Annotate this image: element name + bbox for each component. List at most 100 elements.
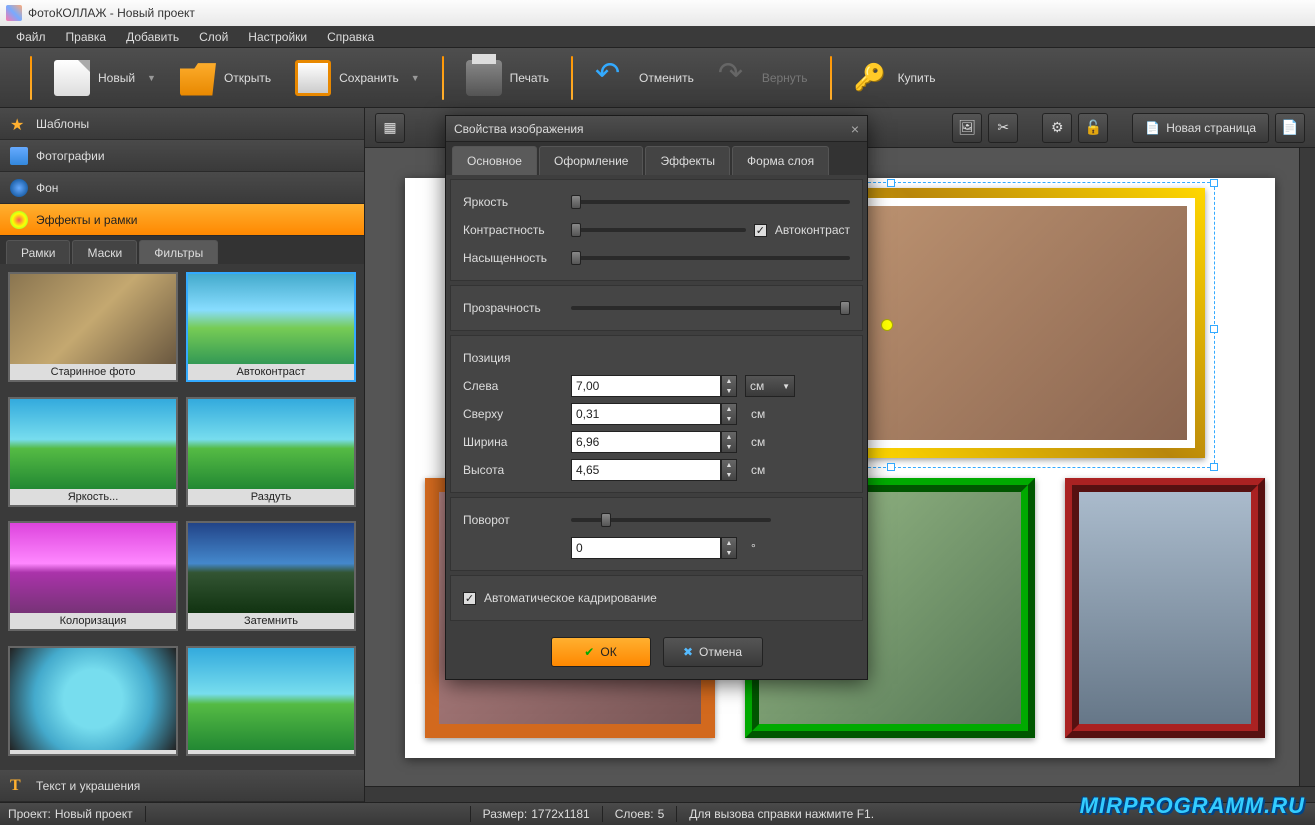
autocontrast-label: Автоконтраст — [775, 223, 850, 237]
saturation-label: Насыщенность — [463, 251, 563, 265]
position-label: Позиция — [463, 351, 510, 365]
brightness-slider[interactable] — [571, 200, 850, 204]
tab-shape[interactable]: Форма слоя — [732, 146, 829, 175]
chevron-down-icon: ▼ — [782, 382, 790, 391]
opacity-slider[interactable] — [571, 306, 850, 310]
x-icon: ✖ — [683, 645, 693, 659]
tab-main[interactable]: Основное — [452, 146, 537, 175]
menu-layer[interactable]: Слой — [191, 28, 236, 46]
rotation-input[interactable] — [571, 537, 721, 559]
subtab-masks[interactable]: Маски — [72, 240, 137, 264]
filter-thumb[interactable]: Затемнить — [186, 521, 356, 631]
status-size-value: 1772x1181 — [531, 807, 590, 821]
height-spinner[interactable]: ▲▼ — [721, 459, 737, 481]
photo-icon — [10, 147, 28, 165]
text-icon — [10, 777, 28, 795]
rotation-spinner[interactable]: ▲▼ — [721, 537, 737, 559]
key-icon — [854, 60, 890, 96]
cancel-button[interactable]: ✖Отмена — [663, 637, 763, 667]
new-page-button[interactable]: 📄Новая страница — [1132, 113, 1269, 143]
filter-thumbnails[interactable]: Старинное фото Автоконтраст Яркость... Р… — [0, 264, 364, 770]
filter-thumb[interactable]: Яркость... — [8, 397, 178, 507]
new-button[interactable]: Новый▼ — [42, 54, 168, 102]
toolbar-separator — [30, 56, 32, 100]
print-button[interactable]: Печать — [454, 54, 561, 102]
toolbar-separator — [830, 56, 832, 100]
lock-button[interactable]: 🔓 — [1078, 113, 1108, 143]
redo-icon — [718, 60, 754, 96]
width-input[interactable] — [571, 431, 721, 453]
width-label: Ширина — [463, 435, 563, 449]
add-image-button[interactable]: 🖼 — [952, 113, 982, 143]
filter-thumb[interactable] — [186, 646, 356, 756]
menu-help[interactable]: Справка — [319, 28, 382, 46]
redo-button[interactable]: Вернуть — [706, 54, 820, 102]
left-input[interactable] — [571, 375, 721, 397]
layer-front-button[interactable]: ▦ — [375, 113, 405, 143]
app-icon — [6, 5, 22, 21]
open-button[interactable]: Открыть — [168, 54, 283, 102]
dialog-titlebar[interactable]: Свойства изображения × — [446, 116, 867, 142]
sidebar-photos[interactable]: Фотографии — [0, 140, 364, 172]
filter-thumb[interactable]: Раздуть — [186, 397, 356, 507]
crop-button[interactable]: ✂ — [988, 113, 1018, 143]
menu-file[interactable]: Файл — [8, 28, 54, 46]
scrollbar-v[interactable] — [1299, 148, 1315, 802]
title-bar: ФотоКОЛЛАЖ - Новый проект — [0, 0, 1315, 26]
subtab-filters[interactable]: Фильтры — [139, 240, 218, 264]
undo-button[interactable]: Отменить — [583, 54, 706, 102]
filter-thumb[interactable]: Старинное фото — [8, 272, 178, 382]
sidebar-text[interactable]: Текст и украшения — [0, 770, 364, 802]
tab-design[interactable]: Оформление — [539, 146, 643, 175]
filter-thumb[interactable]: Колоризация — [8, 521, 178, 631]
star-icon — [10, 115, 28, 133]
tab-effects[interactable]: Эффекты — [645, 146, 730, 175]
sidebar-templates[interactable]: Шаблоны — [0, 108, 364, 140]
print-icon — [466, 60, 502, 96]
palette-icon — [10, 211, 28, 229]
menu-settings[interactable]: Настройки — [240, 28, 315, 46]
contrast-slider[interactable] — [571, 228, 746, 232]
height-input[interactable] — [571, 459, 721, 481]
status-project-label: Проект: — [8, 807, 51, 821]
save-icon — [295, 60, 331, 96]
top-label: Сверху — [463, 407, 563, 421]
sidebar-background[interactable]: Фон — [0, 172, 364, 204]
filter-thumb[interactable]: Автоконтраст — [186, 272, 356, 382]
close-icon[interactable]: × — [851, 121, 859, 137]
autocontrast-checkbox[interactable]: ✓ — [754, 224, 767, 237]
page-settings-button[interactable]: 📄 — [1275, 113, 1305, 143]
rotation-label: Поворот — [463, 513, 563, 527]
main-toolbar: Новый▼ Открыть Сохранить▼ Печать Отменит… — [0, 48, 1315, 108]
left-spinner[interactable]: ▲▼ — [721, 375, 737, 397]
rotation-slider[interactable] — [571, 518, 771, 522]
globe-icon — [10, 179, 28, 197]
status-size-label: Размер: — [483, 807, 528, 821]
width-spinner[interactable]: ▲▼ — [721, 431, 737, 453]
settings-button[interactable]: ⚙ — [1042, 113, 1072, 143]
subtab-frames[interactable]: Рамки — [6, 240, 70, 264]
page-plus-icon: 📄 — [1145, 121, 1160, 135]
caret-icon: ▼ — [147, 73, 156, 83]
saturation-slider[interactable] — [571, 256, 850, 260]
filter-thumb[interactable] — [8, 646, 178, 756]
unit-select[interactable]: см▼ — [745, 375, 795, 397]
top-spinner[interactable]: ▲▼ — [721, 403, 737, 425]
status-layers-value: 5 — [658, 807, 665, 821]
menu-edit[interactable]: Правка — [58, 28, 115, 46]
frame-red[interactable] — [1065, 478, 1265, 738]
image-properties-dialog: Свойства изображения × Основное Оформлен… — [445, 115, 868, 680]
top-input[interactable] — [571, 403, 721, 425]
autocrop-checkbox[interactable]: ✓ — [463, 592, 476, 605]
watermark: MIRPROGRAMM.RU — [1080, 793, 1305, 819]
new-icon — [54, 60, 90, 96]
status-layers-label: Слоев: — [615, 807, 654, 821]
status-help-hint: Для вызова справки нажмите F1. — [689, 807, 874, 821]
open-icon — [180, 60, 216, 96]
sidebar-effects[interactable]: Эффекты и рамки — [0, 204, 364, 236]
menu-add[interactable]: Добавить — [118, 28, 187, 46]
opacity-label: Прозрачность — [463, 301, 563, 315]
buy-button[interactable]: Купить — [842, 54, 948, 102]
save-button[interactable]: Сохранить▼ — [283, 54, 432, 102]
ok-button[interactable]: ✔ОК — [551, 637, 651, 667]
